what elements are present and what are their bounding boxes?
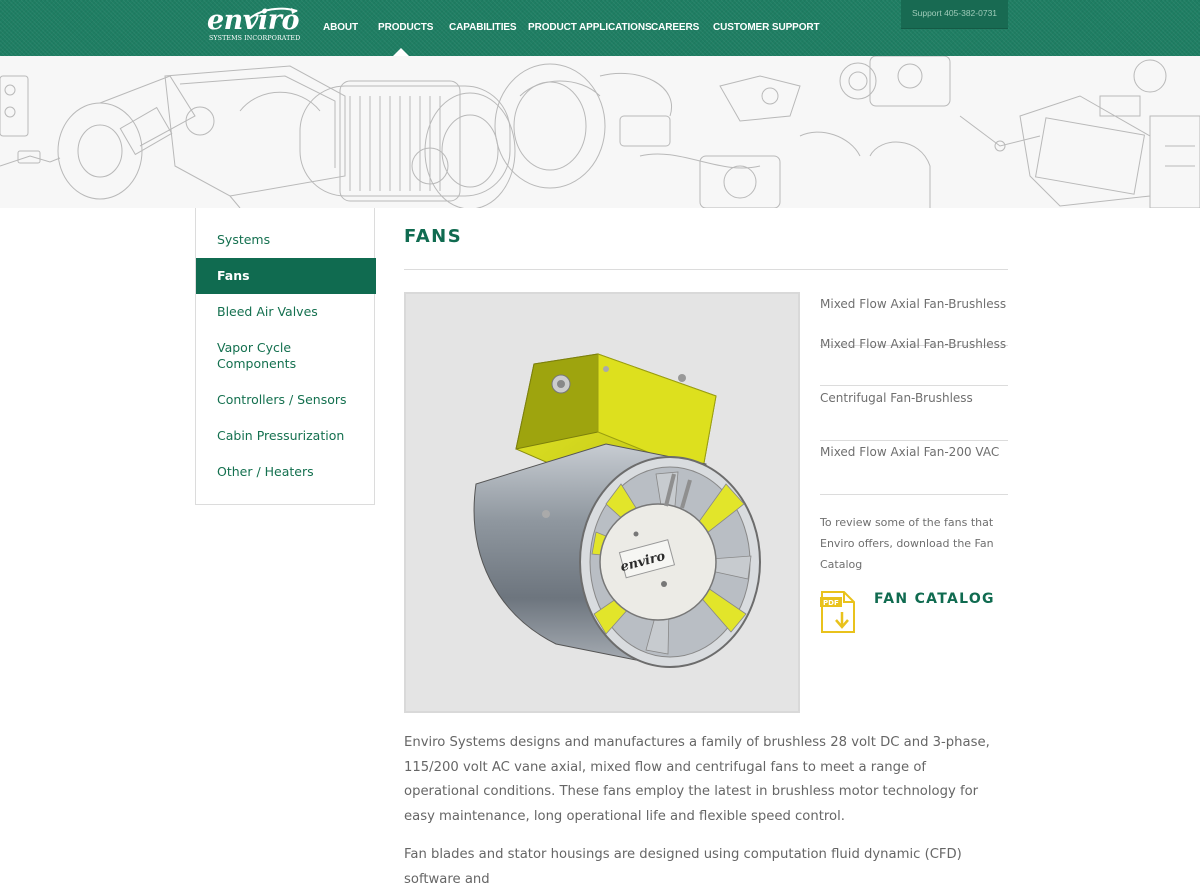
- sidebar-item-cabin-pressurization[interactable]: Cabin Pressurization: [196, 428, 376, 444]
- site-header: enviro SYSTEMS INCORPORATED ABOUT PRODUC…: [0, 0, 1200, 56]
- enviro-logo[interactable]: enviro SYSTEMS INCORPORATED: [207, 6, 301, 46]
- sidebar-item-vapor-cycle-components[interactable]: Vapor Cycle Components: [196, 340, 376, 372]
- fan-product-illustration: enviro: [473, 353, 761, 668]
- fan-link-label: Mixed Flow Axial Fan-200 VAC: [820, 445, 1000, 459]
- sidebar-item-other-heaters[interactable]: Other / Heaters: [196, 464, 376, 480]
- page-title: FANS: [404, 226, 463, 247]
- fan-link-label: Centrifugal Fan-Brushless: [820, 391, 973, 405]
- hero-banner: [0, 56, 1200, 208]
- product-image[interactable]: enviro: [404, 292, 800, 713]
- sidebar-item-controllers-sensors[interactable]: Controllers / Sensors: [196, 392, 376, 408]
- fan-link-mixed-flow-200vac[interactable]: Mixed Flow Axial Fan-200 VAC: [820, 440, 1008, 495]
- fan-link-label: Mixed Flow Axial Fan-Brushless: [820, 297, 1007, 311]
- active-nav-indicator: [393, 48, 409, 56]
- nav-about[interactable]: ABOUT: [323, 22, 358, 33]
- fan-link-centrifugal[interactable]: Centrifugal Fan-Brushless: [820, 386, 1008, 441]
- parts-drawing-illustration: [0, 56, 1200, 208]
- nav-customer-support[interactable]: CUSTOMER SUPPORT: [713, 22, 820, 33]
- fan-link-label: Mixed Flow Axial Fan-Brushless: [820, 337, 1007, 351]
- nav-capabilities[interactable]: CAPABILITIES: [449, 22, 517, 33]
- pdf-icon-label: PDF: [823, 599, 839, 607]
- nav-product-applications[interactable]: PRODUCT APPLICATIONS: [528, 22, 652, 33]
- support-phone-badge[interactable]: Support 405-382-0731: [901, 0, 1008, 29]
- intro-paragraph: Enviro Systems designs and manufactures …: [404, 735, 990, 824]
- nav-careers[interactable]: CAREERS: [651, 22, 699, 33]
- fan-catalog-link[interactable]: FAN CATALOG: [874, 591, 995, 607]
- sidebar-item-fans[interactable]: Fans: [196, 258, 376, 294]
- logo-swoosh-icon: [248, 7, 298, 20]
- fan-link-mixed-flow-axial-2[interactable]: Mixed Flow Axial Fan-Brushless: [820, 332, 1008, 386]
- design-paragraph: Fan blades and stator housings are desig…: [404, 847, 962, 887]
- sidebar-item-systems[interactable]: Systems: [196, 232, 376, 248]
- catalog-description: To review some of the fans that Enviro o…: [820, 516, 994, 571]
- pdf-download-icon[interactable]: PDF: [820, 590, 856, 634]
- product-category-sidebar: Systems Fans Bleed Air Valves Vapor Cycl…: [195, 208, 376, 505]
- logo-subtitle: SYSTEMS INCORPORATED: [209, 35, 301, 42]
- title-divider: [404, 269, 1008, 270]
- nav-products[interactable]: PRODUCTS: [378, 22, 433, 33]
- sidebar-item-bleed-air-valves[interactable]: Bleed Air Valves: [196, 304, 376, 320]
